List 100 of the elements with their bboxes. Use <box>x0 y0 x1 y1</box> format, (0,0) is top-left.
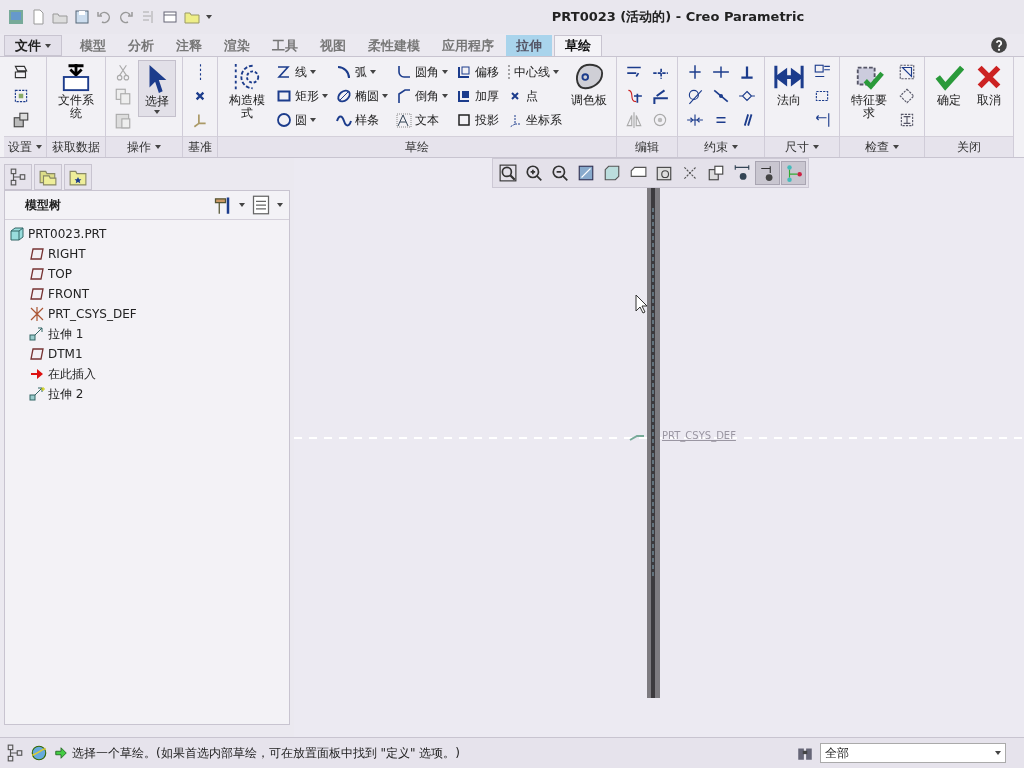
tree-item[interactable]: 在此插入 <box>29 364 285 384</box>
coincident-icon[interactable] <box>712 87 730 105</box>
camera-icon[interactable] <box>654 164 673 182</box>
caret-icon <box>36 145 42 149</box>
datum-plane-icon <box>29 286 45 302</box>
tree-view-icon[interactable] <box>6 744 24 762</box>
coordinate-system-icon <box>29 306 45 322</box>
ribbon-button[interactable]: 圆 <box>274 111 330 129</box>
tree-item[interactable]: FRONT <box>29 284 285 304</box>
folders-icon[interactable] <box>39 168 57 186</box>
group-label[interactable]: 约束 <box>678 136 764 157</box>
ribbon-button[interactable]: 文件系统 <box>53 60 99 122</box>
ribbon-button[interactable]: 圆角 <box>394 63 450 81</box>
group-label[interactable]: 检查 <box>840 136 924 157</box>
file-import-icon <box>61 62 91 92</box>
horizontal-constraint-icon[interactable] <box>712 63 730 81</box>
zoom-in-icon[interactable] <box>524 164 543 182</box>
ribbon-button[interactable]: 加厚 <box>454 87 501 105</box>
ribbon-tab[interactable]: 渲染 <box>214 35 260 56</box>
ribbon-tab[interactable]: 应用程序 <box>432 35 504 56</box>
ribbon-button[interactable]: 偏移 <box>454 63 501 81</box>
dashed-line-icon <box>507 64 511 80</box>
clipboard-icon[interactable] <box>114 111 132 129</box>
globe-icon[interactable] <box>30 744 48 762</box>
sheet-icon[interactable] <box>12 63 30 81</box>
vertex-display-icon[interactable] <box>784 164 803 182</box>
caret-icon <box>893 145 899 149</box>
ribbon-button[interactable]: 选择 <box>138 60 176 117</box>
caret-icon <box>206 15 212 19</box>
datum-plane-icon <box>29 346 45 362</box>
ribbon-button[interactable]: 椭圆 <box>334 87 390 105</box>
file-menu[interactable]: 文件 <box>4 35 62 56</box>
ribbon-button[interactable]: 取消 <box>971 60 1007 109</box>
ribbon-button[interactable]: 法向 <box>771 60 807 109</box>
ribbon-tab[interactable]: 分析 <box>118 35 164 56</box>
tree-item[interactable]: TOP <box>29 264 285 284</box>
ribbon-button[interactable]: 矩形 <box>274 87 330 105</box>
caret-icon <box>45 43 51 48</box>
tangent-icon[interactable] <box>686 87 704 105</box>
tree-item[interactable]: PRT0023.PRT <box>9 224 285 244</box>
help-icon[interactable] <box>990 36 1008 54</box>
list-icon[interactable] <box>251 195 271 215</box>
zoom-fit-icon[interactable] <box>498 164 517 182</box>
shade-icon[interactable] <box>898 111 916 129</box>
tree-item[interactable]: PRT_CSYS_DEF <box>29 304 285 324</box>
window-title: PRT0023 (活动的) - Creo Parametric <box>550 8 806 26</box>
ribbon-tab[interactable]: 柔性建模 <box>358 35 430 56</box>
zoom-out-icon[interactable] <box>550 164 569 182</box>
ribbon-button[interactable]: 调色板 <box>568 60 610 109</box>
tree-view-icon[interactable] <box>9 168 27 186</box>
vertical-constraint-icon[interactable] <box>686 63 704 81</box>
caret-icon <box>239 203 245 207</box>
status-message: 选择一个草绘。(如果首选内部草绘，可在放置面板中找到 "定义" 选项。) <box>72 744 461 762</box>
extrude-icon <box>29 326 45 342</box>
midpoint-icon[interactable] <box>686 111 704 129</box>
ribbon-tab[interactable]: 拉伸 <box>506 35 552 56</box>
ribbon-button[interactable]: 投影 <box>454 111 501 129</box>
ribbon-tab[interactable]: 注释 <box>166 35 212 56</box>
ribbon-button[interactable]: 线 <box>274 63 330 81</box>
dashed-line-icon[interactable] <box>197 63 203 81</box>
save-icon[interactable] <box>74 9 90 25</box>
star-folder-icon[interactable] <box>69 168 87 186</box>
ribbon-tab[interactable]: 草绘 <box>554 35 602 56</box>
group-label[interactable]: 设置 <box>4 136 46 157</box>
ribbon-tab[interactable]: 视图 <box>310 35 356 56</box>
construction-icon <box>232 62 262 92</box>
perpendicular-icon[interactable] <box>738 63 756 81</box>
caret-icon <box>442 70 448 74</box>
reference-icon[interactable] <box>12 111 30 129</box>
caret-icon <box>813 145 819 149</box>
ribbon-tab[interactable]: 工具 <box>262 35 308 56</box>
ribbon-button[interactable]: 点 <box>505 87 564 105</box>
cube-icon[interactable] <box>602 164 621 182</box>
ribbon-button[interactable]: 构造模式 <box>224 60 270 122</box>
ribbon-button[interactable]: 倒角 <box>394 87 450 105</box>
ribbon-button[interactable]: 样条 <box>334 111 390 129</box>
tree-item[interactable]: DTM1 <box>29 344 285 364</box>
ribbon-button[interactable]: 确定 <box>931 60 967 109</box>
ribbon-button[interactable]: 特征要求 <box>846 60 892 122</box>
reorient-icon[interactable] <box>576 164 595 182</box>
filter-dropdown[interactable]: 全部 <box>820 743 1006 763</box>
tree-item[interactable]: RIGHT <box>29 244 285 264</box>
group-label[interactable]: 操作 <box>106 136 182 157</box>
ribbon-button[interactable]: 坐标系 <box>505 111 564 129</box>
overlap-icon[interactable] <box>898 63 916 81</box>
frame-icon[interactable] <box>12 87 30 105</box>
window-icon[interactable] <box>162 9 178 25</box>
ribbon-tab[interactable]: 模型 <box>70 35 116 56</box>
view-manager-icon[interactable] <box>706 164 725 182</box>
ribbon-button[interactable]: 文本 <box>394 111 450 129</box>
baseline-icon[interactable] <box>813 111 831 129</box>
group-label[interactable]: 尺寸 <box>765 136 839 157</box>
line-icon <box>276 64 292 80</box>
cursor-icon <box>635 294 648 314</box>
ribbon-button[interactable]: 弧 <box>334 63 390 81</box>
open-ends-icon[interactable] <box>898 87 916 105</box>
tree-item[interactable]: 拉伸 2 <box>29 384 285 404</box>
tree-item[interactable]: 拉伸 1 <box>29 324 285 344</box>
dimension-display-icon[interactable] <box>732 164 751 182</box>
ribbon-button[interactable]: 中心线 <box>505 63 564 81</box>
